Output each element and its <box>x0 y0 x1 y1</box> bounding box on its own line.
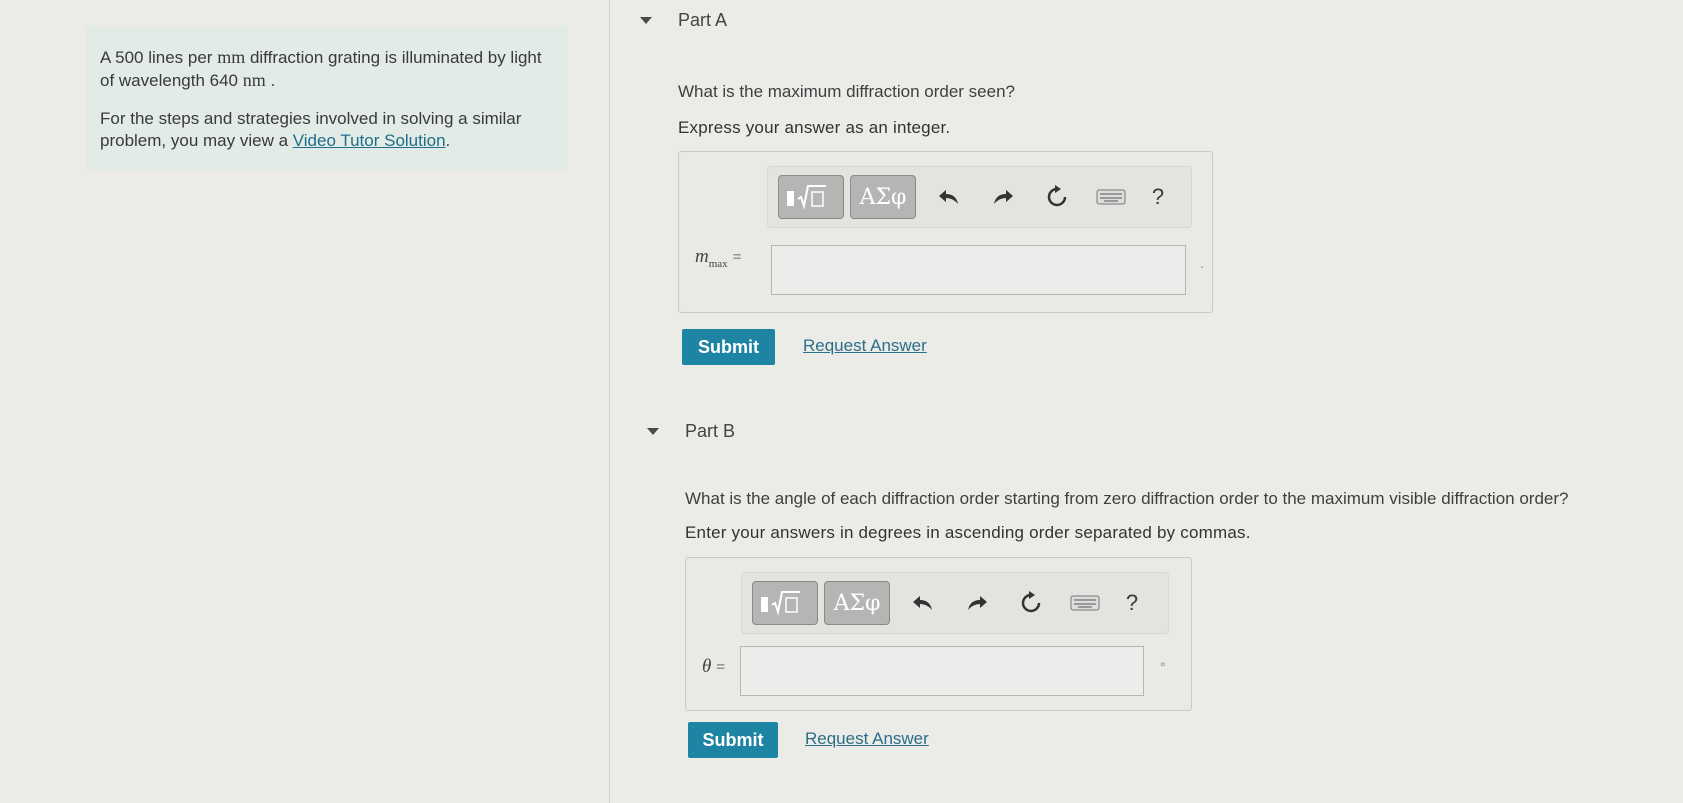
collapse-caret-icon[interactable] <box>640 17 652 24</box>
redo-icon <box>968 596 987 610</box>
m-max-label: mmax = <box>695 246 742 270</box>
keyboard-icon <box>1096 189 1126 205</box>
part-a-request-answer-link[interactable]: Request Answer <box>803 336 927 356</box>
greek-symbols-button[interactable]: ΑΣφ <box>850 175 916 219</box>
reset-icon <box>1047 185 1067 207</box>
degree-unit: ° <box>1160 659 1166 675</box>
part-a-header[interactable]: Part A <box>640 10 727 31</box>
templates-button[interactable] <box>752 581 818 625</box>
part-a-question: What is the maximum diffraction order se… <box>678 82 1015 101</box>
part-b-question: What is the angle of each diffraction or… <box>685 489 1569 508</box>
templates-sqrt-icon <box>787 185 826 210</box>
part-a-submit-button[interactable]: Submit <box>682 329 775 365</box>
problem-intro: A 500 lines per mm diffraction grating i… <box>86 26 568 170</box>
help-button[interactable]: ? <box>1138 184 1178 210</box>
keyboard-icon <box>1070 595 1100 611</box>
redo-button[interactable] <box>950 581 1004 625</box>
help-button[interactable]: ? <box>1112 590 1152 616</box>
part-b-header[interactable]: Part B <box>647 421 735 442</box>
math-toolbar: ΑΣφ ? <box>767 166 1192 228</box>
theta-label: θ = <box>702 656 726 677</box>
undo-icon <box>913 596 932 610</box>
templates-button[interactable] <box>778 175 844 219</box>
part-a-unit: . <box>1200 255 1204 271</box>
undo-button[interactable] <box>922 175 976 219</box>
part-b-answer-box: ΑΣφ ? θ = ° <box>685 557 1192 711</box>
math-toolbar: ΑΣφ ? <box>741 572 1169 634</box>
keyboard-button[interactable] <box>1084 175 1138 219</box>
part-a-instruction: Express your answer as an integer. <box>678 118 951 137</box>
part-b-request-answer-link[interactable]: Request Answer <box>805 729 929 749</box>
collapse-caret-icon[interactable] <box>647 428 659 435</box>
undo-icon <box>939 190 958 204</box>
greek-symbols-button[interactable]: ΑΣφ <box>824 581 890 625</box>
part-b-instruction: Enter your answers in degrees in ascendi… <box>685 523 1251 542</box>
video-tutor-link[interactable]: Video Tutor Solution <box>293 131 446 150</box>
theta-input[interactable] <box>740 646 1144 696</box>
reset-icon <box>1021 591 1041 613</box>
video-tutor-text: For the steps and strategies involved in… <box>100 109 522 150</box>
keyboard-button[interactable] <box>1058 581 1112 625</box>
part-b-submit-button[interactable]: Submit <box>688 722 778 758</box>
undo-button[interactable] <box>896 581 950 625</box>
templates-sqrt-icon <box>761 591 800 616</box>
m-max-input[interactable] <box>771 245 1186 295</box>
column-divider <box>609 0 610 803</box>
problem-statement: A 500 lines per mm diffraction grating i… <box>100 47 542 90</box>
redo-button[interactable] <box>976 175 1030 219</box>
redo-icon <box>994 190 1013 204</box>
reset-button[interactable] <box>1004 581 1058 625</box>
part-a-answer-box: ΑΣφ ? mmax = . <box>678 151 1213 313</box>
reset-button[interactable] <box>1030 175 1084 219</box>
